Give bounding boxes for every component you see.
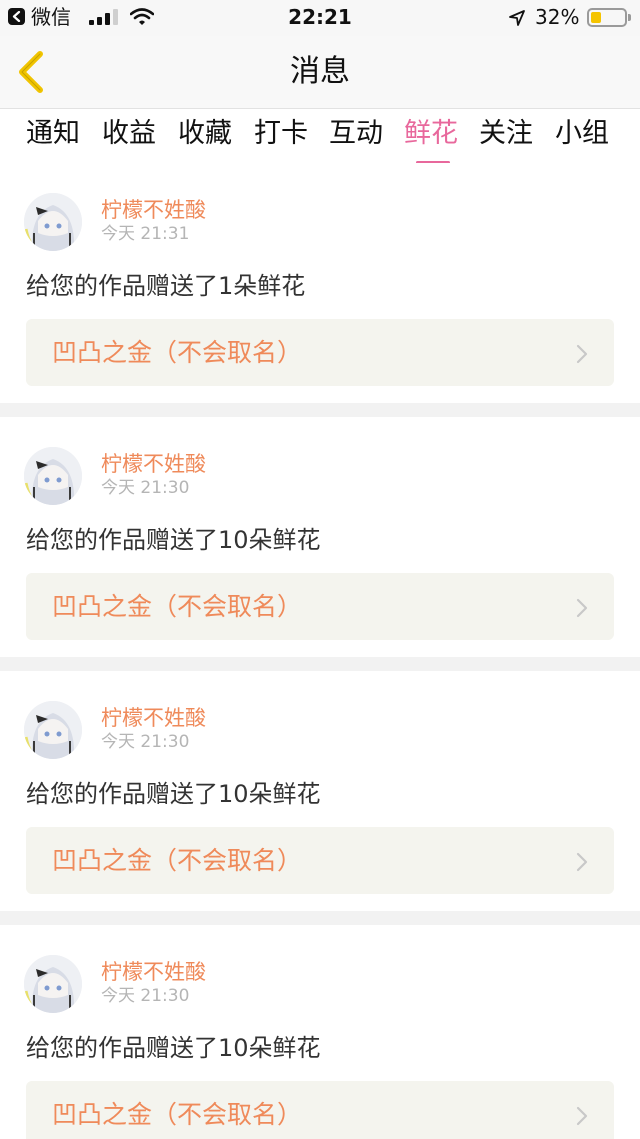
work-title: 凹凸之金（不会取名）	[52, 338, 303, 367]
tab-groups[interactable]: 小组	[555, 117, 609, 151]
work-link[interactable]: 凹凸之金（不会取名）	[26, 573, 614, 640]
message-time: 今天 21:31	[101, 224, 190, 244]
message-text: 给您的作品赠送了10朵鲜花	[26, 526, 321, 554]
avatar[interactable]	[24, 701, 82, 759]
chevron-right-icon	[576, 852, 588, 872]
message-time: 今天 21:30	[101, 986, 190, 1006]
sender-name[interactable]: 柠檬不姓酸	[101, 705, 206, 731]
message-text: 给您的作品赠送了10朵鲜花	[26, 780, 321, 808]
tab-label: 通知	[26, 118, 80, 149]
tab-favorites[interactable]: 收藏	[178, 117, 232, 151]
tab-flowers[interactable]: 鲜花	[404, 117, 458, 164]
message-text: 给您的作品赠送了1朵鲜花	[26, 272, 306, 300]
tab-label: 鲜花	[404, 118, 458, 149]
anime-avatar-icon	[24, 447, 82, 505]
work-link[interactable]: 凹凸之金（不会取名）	[26, 827, 614, 894]
tab-interactions[interactable]: 互动	[329, 117, 383, 151]
message-card: 柠檬不姓酸 今天 21:31 给您的作品赠送了1朵鲜花 凹凸之金（不会取名）	[0, 163, 640, 403]
tab-label: 打卡	[254, 118, 308, 149]
work-link[interactable]: 凹凸之金（不会取名）	[26, 319, 614, 386]
tab-label: 小组	[555, 118, 609, 149]
tab-following[interactable]: 关注	[479, 117, 533, 151]
anime-avatar-icon	[24, 701, 82, 759]
tab-check-in[interactable]: 打卡	[254, 117, 308, 151]
tab-label: 互动	[329, 118, 383, 149]
message-time: 今天 21:30	[101, 478, 190, 498]
navigation-bar: 消息	[0, 36, 640, 109]
sender-name[interactable]: 柠檬不姓酸	[101, 959, 206, 985]
battery-icon	[587, 8, 627, 27]
work-title: 凹凸之金（不会取名）	[52, 1100, 303, 1129]
message-time: 今天 21:30	[101, 732, 190, 752]
card-divider	[0, 403, 640, 417]
tab-notifications[interactable]: 通知	[26, 117, 80, 151]
chevron-right-icon	[576, 344, 588, 364]
avatar[interactable]	[24, 955, 82, 1013]
avatar[interactable]	[24, 193, 82, 251]
tab-earnings[interactable]: 收益	[102, 117, 156, 151]
status-bar: 微信 22:21 32%	[0, 0, 640, 36]
page-title: 消息	[290, 54, 350, 89]
tab-label: 收藏	[178, 118, 232, 149]
tab-label: 收益	[102, 118, 156, 149]
message-card: 柠檬不姓酸 今天 21:30 给您的作品赠送了10朵鲜花 凹凸之金（不会取名）	[0, 925, 640, 1139]
message-card: 柠檬不姓酸 今天 21:30 给您的作品赠送了10朵鲜花 凹凸之金（不会取名）	[0, 671, 640, 911]
card-divider	[0, 657, 640, 671]
chevron-right-icon	[576, 1106, 588, 1126]
sender-name[interactable]: 柠檬不姓酸	[101, 451, 206, 477]
chevron-right-icon	[576, 598, 588, 618]
avatar[interactable]	[24, 447, 82, 505]
flower-message-list: 柠檬不姓酸 今天 21:31 给您的作品赠送了1朵鲜花 凹凸之金（不会取名） 柠…	[0, 163, 640, 1139]
battery-percentage: 32%	[535, 5, 580, 29]
tab-label: 关注	[479, 118, 533, 149]
work-title: 凹凸之金（不会取名）	[52, 846, 303, 875]
message-text: 给您的作品赠送了10朵鲜花	[26, 1034, 321, 1062]
work-title: 凹凸之金（不会取名）	[52, 592, 303, 621]
battery-tip	[628, 14, 631, 21]
message-category-tabs: 通知 收益 收藏 打卡 互动 鲜花 关注 小组	[0, 109, 640, 164]
anime-avatar-icon	[24, 193, 82, 251]
anime-avatar-icon	[24, 955, 82, 1013]
message-card: 柠檬不姓酸 今天 21:30 给您的作品赠送了10朵鲜花 凹凸之金（不会取名）	[0, 417, 640, 657]
location-arrow-icon	[509, 10, 525, 26]
sender-name[interactable]: 柠檬不姓酸	[101, 197, 206, 223]
work-link[interactable]: 凹凸之金（不会取名）	[26, 1081, 614, 1139]
card-divider	[0, 911, 640, 925]
